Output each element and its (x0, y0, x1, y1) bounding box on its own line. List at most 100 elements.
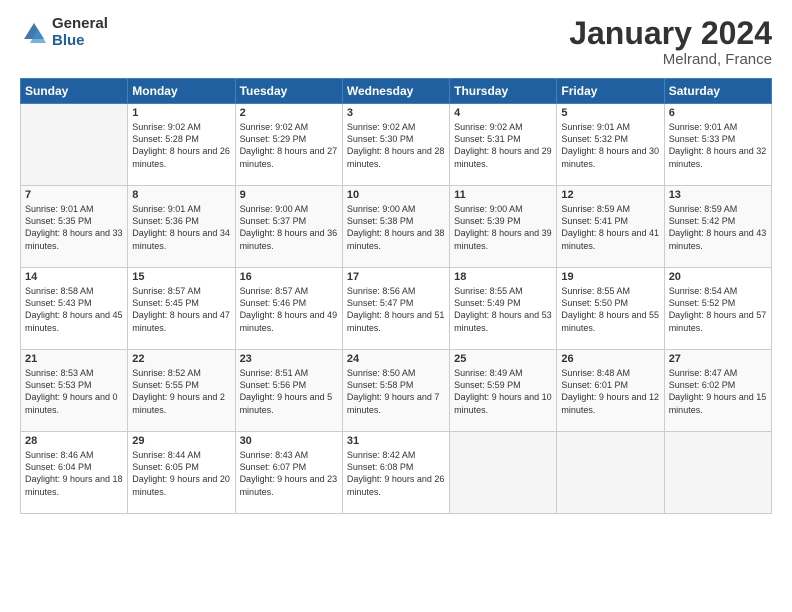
calendar-cell: 4 Sunrise: 9:02 AMSunset: 5:31 PMDaylight… (450, 104, 557, 186)
calendar-cell: 14Sunrise: 8:58 AMSunset: 5:43 PMDayligh… (21, 268, 128, 350)
day-info: Sunrise: 8:50 AMSunset: 5:58 PMDaylight:… (347, 367, 445, 416)
calendar-cell: 21 Sunrise: 8:53 AMSunset: 5:53 PMDayligh… (21, 350, 128, 432)
day-number: 7 (25, 189, 123, 201)
day-info: Sunrise: 8:47 AMSunset: 6:02 PMDaylight:… (669, 367, 767, 416)
week-row-2: 7 Sunrise: 9:01 AMSunset: 5:35 PMDaylight… (21, 186, 772, 268)
day-number: 6 (669, 107, 767, 119)
calendar-cell: 24 Sunrise: 8:50 AMSunset: 5:58 PMDayligh… (342, 350, 449, 432)
day-number: 30 (240, 435, 338, 447)
calendar-cell: 28 Sunrise: 8:46 AMSunset: 6:04 PMDayligh… (21, 432, 128, 514)
day-number: 8 (132, 189, 230, 201)
calendar-cell: 18 Sunrise: 8:55 AMSunset: 5:49 PMDayligh… (450, 268, 557, 350)
calendar-cell: 3 Sunrise: 9:02 AMSunset: 5:30 PMDaylight… (342, 104, 449, 186)
day-number: 29 (132, 435, 230, 447)
day-number: 5 (561, 107, 659, 119)
calendar-cell: 8 Sunrise: 9:01 AMSunset: 5:36 PMDaylight… (128, 186, 235, 268)
logo-blue: Blue (52, 33, 108, 50)
day-number: 1 (132, 107, 230, 119)
calendar-cell (557, 432, 664, 514)
calendar-cell: 12 Sunrise: 8:59 AMSunset: 5:41 PMDayligh… (557, 186, 664, 268)
day-number: 15 (132, 271, 230, 283)
day-number: 2 (240, 107, 338, 119)
logo-text: General Blue (52, 16, 108, 49)
day-info: Sunrise: 9:01 AMSunset: 5:35 PMDaylight:… (25, 203, 123, 252)
day-info: Sunrise: 9:02 AMSunset: 5:31 PMDaylight:… (454, 121, 552, 170)
day-info: Sunrise: 8:57 AMSunset: 5:46 PMDaylight:… (240, 285, 338, 334)
day-info: Sunrise: 8:42 AMSunset: 6:08 PMDaylight:… (347, 449, 445, 498)
day-number: 24 (347, 353, 445, 365)
day-number: 9 (240, 189, 338, 201)
day-info: Sunrise: 8:59 AMSunset: 5:42 PMDaylight:… (669, 203, 767, 252)
calendar-cell: 16Sunrise: 8:57 AMSunset: 5:46 PMDayligh… (235, 268, 342, 350)
day-number: 11 (454, 189, 552, 201)
day-number: 23 (240, 353, 338, 365)
day-number: 28 (25, 435, 123, 447)
day-number: 19 (561, 271, 659, 283)
day-info: Sunrise: 8:55 AMSunset: 5:49 PMDaylight:… (454, 285, 552, 334)
day-info: Sunrise: 8:52 AMSunset: 5:55 PMDaylight:… (132, 367, 230, 416)
day-info: Sunrise: 9:00 AMSunset: 5:39 PMDaylight:… (454, 203, 552, 252)
calendar-cell: 1 Sunrise: 9:02 AMSunset: 5:28 PMDaylight… (128, 104, 235, 186)
calendar-cell: 10Sunrise: 9:00 AMSunset: 5:38 PMDayligh… (342, 186, 449, 268)
calendar-cell: 2Sunrise: 9:02 AMSunset: 5:29 PMDaylight… (235, 104, 342, 186)
day-info: Sunrise: 9:01 AMSunset: 5:33 PMDaylight:… (669, 121, 767, 170)
calendar-cell: 13 Sunrise: 8:59 AMSunset: 5:42 PMDayligh… (664, 186, 771, 268)
week-row-5: 28 Sunrise: 8:46 AMSunset: 6:04 PMDayligh… (21, 432, 772, 514)
day-number: 26 (561, 353, 659, 365)
day-info: Sunrise: 8:46 AMSunset: 6:04 PMDaylight:… (25, 449, 123, 498)
week-row-4: 21 Sunrise: 8:53 AMSunset: 5:53 PMDayligh… (21, 350, 772, 432)
calendar-cell (664, 432, 771, 514)
day-number: 21 (25, 353, 123, 365)
calendar-cell: 20Sunrise: 8:54 AMSunset: 5:52 PMDayligh… (664, 268, 771, 350)
day-info: Sunrise: 8:57 AMSunset: 5:45 PMDaylight:… (132, 285, 230, 334)
column-header-wednesday: Wednesday (342, 79, 449, 104)
calendar-cell: 26 Sunrise: 8:48 AMSunset: 6:01 PMDayligh… (557, 350, 664, 432)
calendar-cell (450, 432, 557, 514)
day-info: Sunrise: 8:56 AMSunset: 5:47 PMDaylight:… (347, 285, 445, 334)
month-title: January 2024 (569, 16, 772, 51)
calendar-cell: 7 Sunrise: 9:01 AMSunset: 5:35 PMDaylight… (21, 186, 128, 268)
day-number: 20 (669, 271, 767, 283)
day-info: Sunrise: 8:58 AMSunset: 5:43 PMDaylight:… (25, 285, 123, 334)
day-info: Sunrise: 8:48 AMSunset: 6:01 PMDaylight:… (561, 367, 659, 416)
column-header-friday: Friday (557, 79, 664, 104)
calendar-cell: 9Sunrise: 9:00 AMSunset: 5:37 PMDaylight… (235, 186, 342, 268)
column-header-tuesday: Tuesday (235, 79, 342, 104)
calendar-table: SundayMondayTuesdayWednesdayThursdayFrid… (20, 78, 772, 514)
day-number: 31 (347, 435, 445, 447)
calendar-cell: 6 Sunrise: 9:01 AMSunset: 5:33 PMDaylight… (664, 104, 771, 186)
calendar-cell: 27Sunrise: 8:47 AMSunset: 6:02 PMDayligh… (664, 350, 771, 432)
calendar-cell: 29Sunrise: 8:44 AMSunset: 6:05 PMDayligh… (128, 432, 235, 514)
day-info: Sunrise: 8:55 AMSunset: 5:50 PMDaylight:… (561, 285, 659, 334)
day-number: 4 (454, 107, 552, 119)
day-number: 12 (561, 189, 659, 201)
calendar-cell: 23 Sunrise: 8:51 AMSunset: 5:56 PMDayligh… (235, 350, 342, 432)
column-header-monday: Monday (128, 79, 235, 104)
day-number: 22 (132, 353, 230, 365)
day-info: Sunrise: 8:43 AMSunset: 6:07 PMDaylight:… (240, 449, 338, 498)
week-row-1: 1 Sunrise: 9:02 AMSunset: 5:28 PMDaylight… (21, 104, 772, 186)
logo-general: General (52, 16, 108, 33)
logo: General Blue (20, 16, 108, 49)
day-number: 18 (454, 271, 552, 283)
header: General Blue January 2024 Melrand, Franc… (20, 16, 772, 68)
calendar-cell: 15 Sunrise: 8:57 AMSunset: 5:45 PMDayligh… (128, 268, 235, 350)
day-info: Sunrise: 8:51 AMSunset: 5:56 PMDaylight:… (240, 367, 338, 416)
calendar-cell: 25Sunrise: 8:49 AMSunset: 5:59 PMDayligh… (450, 350, 557, 432)
day-info: Sunrise: 9:00 AMSunset: 5:38 PMDaylight:… (347, 203, 445, 252)
day-number: 25 (454, 353, 552, 365)
day-info: Sunrise: 9:02 AMSunset: 5:28 PMDaylight:… (132, 121, 230, 170)
calendar-cell (21, 104, 128, 186)
day-number: 3 (347, 107, 445, 119)
calendar-cell: 5Sunrise: 9:01 AMSunset: 5:32 PMDaylight… (557, 104, 664, 186)
day-number: 13 (669, 189, 767, 201)
column-header-sunday: Sunday (21, 79, 128, 104)
calendar-cell: 17 Sunrise: 8:56 AMSunset: 5:47 PMDayligh… (342, 268, 449, 350)
day-info: Sunrise: 9:02 AMSunset: 5:30 PMDaylight:… (347, 121, 445, 170)
day-info: Sunrise: 9:01 AMSunset: 5:36 PMDaylight:… (132, 203, 230, 252)
calendar-page: General Blue January 2024 Melrand, Franc… (0, 0, 792, 612)
day-number: 17 (347, 271, 445, 283)
day-info: Sunrise: 8:59 AMSunset: 5:41 PMDaylight:… (561, 203, 659, 252)
calendar-cell: 22 Sunrise: 8:52 AMSunset: 5:55 PMDayligh… (128, 350, 235, 432)
day-info: Sunrise: 8:53 AMSunset: 5:53 PMDaylight:… (25, 367, 123, 416)
